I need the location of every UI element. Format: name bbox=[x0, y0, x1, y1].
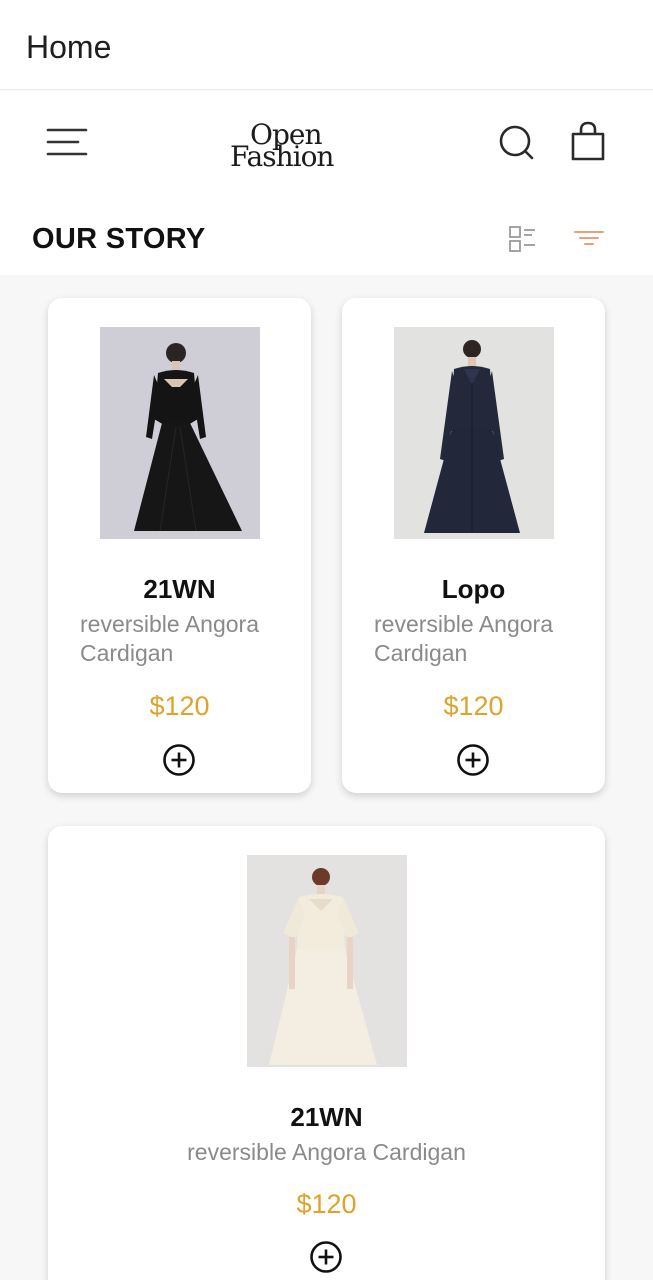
product-description: reversible Angora Cardigan bbox=[374, 611, 553, 666]
search-icon bbox=[499, 125, 534, 160]
shopping-bag-icon bbox=[571, 121, 605, 161]
product-price: $120 bbox=[149, 691, 210, 721]
product-name: 21WN bbox=[290, 1102, 363, 1132]
menu-button[interactable] bbox=[40, 121, 94, 163]
hamburger-menu-icon bbox=[46, 128, 88, 156]
list-view-icon bbox=[509, 226, 535, 252]
screen-title: Home bbox=[26, 29, 112, 65]
section-title: OUR STORY bbox=[32, 223, 206, 255]
product-card[interactable]: 21WN reversible Angora Cardigan $120 bbox=[48, 298, 311, 793]
product-name: Lopo bbox=[441, 574, 506, 604]
brand-logo[interactable]: Open Fashion bbox=[226, 121, 356, 177]
product-price: $120 bbox=[296, 1189, 357, 1219]
add-to-cart-icon[interactable] bbox=[309, 1240, 343, 1274]
app-header: Open Fashion OUR STORY bbox=[0, 91, 653, 275]
filter-icon bbox=[574, 231, 604, 245]
product-description: reversible Angora Cardigan bbox=[187, 1139, 466, 1165]
navy-coat-dress-photo bbox=[394, 327, 554, 539]
title-bar: Home bbox=[0, 0, 653, 90]
add-to-cart-icon[interactable] bbox=[456, 743, 490, 777]
shopping-bag-button[interactable] bbox=[566, 119, 610, 167]
product-card[interactable]: 21WN reversible Angora Cardigan $120 bbox=[48, 826, 605, 1280]
cream-dress-photo bbox=[247, 855, 407, 1067]
filter-button[interactable] bbox=[570, 221, 608, 255]
add-to-cart-icon[interactable] bbox=[162, 743, 196, 777]
product-description: reversible Angora Cardigan bbox=[80, 611, 259, 666]
product-name: 21WN bbox=[143, 574, 216, 604]
list-view-button[interactable] bbox=[504, 221, 540, 257]
product-price: $120 bbox=[443, 691, 504, 721]
black-dress-photo bbox=[100, 327, 260, 539]
logo-line-2: Fashion bbox=[230, 140, 334, 173]
app-screen: Home Open Fashion OUR STORY 21WN reversi… bbox=[0, 0, 653, 1280]
search-button[interactable] bbox=[494, 121, 540, 167]
product-card[interactable]: Lopo reversible Angora Cardigan $120 bbox=[342, 298, 605, 793]
